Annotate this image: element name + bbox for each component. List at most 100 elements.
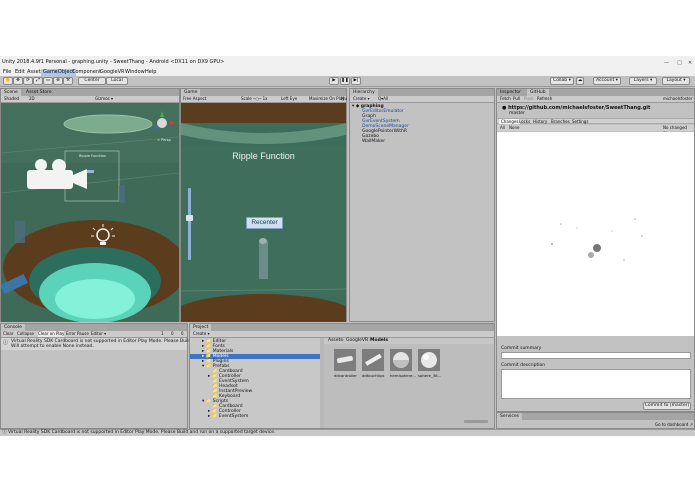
console-clear-on-play-toggle[interactable]: Clear on Play xyxy=(38,331,65,337)
transform-icon: ⊕ xyxy=(56,78,60,83)
hierarchy-create-dropdown[interactable]: Create ▾ xyxy=(353,96,370,102)
hand-tool-button[interactable]: ✋ xyxy=(3,77,13,85)
github-username[interactable]: michaelsfoster xyxy=(663,96,692,102)
tab-game[interactable]: Game xyxy=(181,89,201,96)
asset-item[interactable]: ddtouchtips xyxy=(362,349,384,379)
editor-window: File Edit Assets GameObject Component Go… xyxy=(0,69,695,436)
fetch-button[interactable]: Fetch xyxy=(500,96,511,102)
select-none-button[interactable]: None xyxy=(509,125,519,131)
status-bar: ⓘ Virtual Reality SDK Cardboard is not s… xyxy=(0,429,695,436)
project-create-dropdown[interactable]: Create ▾ xyxy=(193,331,210,337)
asset-item[interactable]: ddcontroller xyxy=(334,349,357,379)
subtab-changes[interactable]: Changes xyxy=(499,119,521,124)
subtab-history[interactable]: History xyxy=(533,119,547,124)
sphere-asset-icon xyxy=(418,349,440,371)
go-to-dashboard-link[interactable]: Go to dashboard ↗ xyxy=(655,422,693,427)
2d-toggle[interactable]: 2D xyxy=(29,96,35,102)
asset-item[interactable]: hemisphere... xyxy=(390,349,416,379)
asset-grid: ddcontroller ddtouchtips hemisphere... s… xyxy=(324,344,494,428)
console-editor-dropdown[interactable]: Editor ▾ xyxy=(91,331,106,337)
eye-dropdown[interactable]: Left Eye xyxy=(281,96,297,102)
asset-name: sphere_36... xyxy=(418,373,442,378)
rect-tool-button[interactable]: ▭ xyxy=(43,77,53,85)
tab-inspector[interactable]: Inspector xyxy=(497,89,524,96)
console-warning-count[interactable]: 0 xyxy=(171,331,174,337)
hierarchy-item[interactable]: WallMaker xyxy=(352,139,492,144)
collab-dropdown[interactable]: Collab ▾ xyxy=(550,77,574,85)
shading-mode-dropdown[interactable]: Shaded xyxy=(4,96,19,102)
game-viewport[interactable]: Ripple Function Recenter xyxy=(181,103,346,322)
hierarchy-panel: Hierarchy Create ▾ Q▾All ▾ ◆ graphing Gv… xyxy=(349,88,495,322)
maximize-button[interactable]: □ xyxy=(677,59,682,67)
asset-item[interactable]: sphere_36... xyxy=(418,349,442,379)
aspect-dropdown[interactable]: Free Aspect xyxy=(183,96,206,102)
game-controlbar: Free Aspect Scale ─○─ 1x Left Eye Maximi… xyxy=(181,96,347,103)
pivot-center-toggle[interactable]: Center xyxy=(78,77,106,85)
scene-viewport[interactable]: Ripple Function < Persp xyxy=(1,103,179,322)
custom-tool-button[interactable]: ⚒ xyxy=(63,77,73,85)
changes-list[interactable] xyxy=(497,132,694,336)
console-log-entry[interactable]: ⓘ Virtual Reality SDK Cardboard is not s… xyxy=(1,338,201,350)
console-error-count[interactable]: 0 xyxy=(181,331,184,337)
recenter-button[interactable]: Recenter xyxy=(246,217,283,229)
cloud-button[interactable]: ☁ xyxy=(576,77,584,85)
refresh-button[interactable]: Refresh xyxy=(537,96,552,102)
commit-description-input[interactable] xyxy=(501,369,691,399)
gizmos-dropdown[interactable]: Gizmos ▾ xyxy=(95,96,113,102)
pause-icon: ❚❚ xyxy=(341,78,349,83)
layers-dropdown[interactable]: Layers ▾ xyxy=(629,77,657,85)
push-button[interactable]: Push xyxy=(524,96,534,102)
project-panel: Project Create ▾ ▸ 📁 Editor ▸ 📁 Fonts ▸ … xyxy=(189,323,495,429)
folder-item[interactable]: ▸ 📁 EventSystem xyxy=(208,414,248,419)
status-info-icon: ⓘ xyxy=(2,430,7,435)
vertical-slider-track[interactable] xyxy=(188,188,191,260)
console-collapse-toggle[interactable]: Collapse xyxy=(17,331,34,337)
repo-url-text: https://github.com/michaelsfoster/SweetT… xyxy=(508,105,651,111)
tab-github[interactable]: GitHub xyxy=(527,89,549,96)
scale-tool-button[interactable]: ⤢ xyxy=(33,77,43,85)
minimize-button[interactable]: — xyxy=(664,59,669,67)
subtab-locks[interactable]: Locks xyxy=(519,119,530,124)
transform-tool-button[interactable]: ⊕ xyxy=(53,77,63,85)
maximize-on-play-toggle[interactable]: Maximize On Play xyxy=(309,96,345,102)
tab-console[interactable]: Console xyxy=(1,324,25,331)
icon-size-slider[interactable] xyxy=(464,420,488,423)
info-icon: ⓘ xyxy=(3,340,9,346)
services-tabbar: Services xyxy=(497,413,694,420)
github-actionbar: Fetch Pull Push Refresh michaelsfoster xyxy=(497,96,694,103)
game-tabbar: Game xyxy=(181,89,346,96)
commit-button[interactable]: Commit to [master] xyxy=(643,402,691,410)
tab-scene[interactable]: Scene xyxy=(1,89,21,96)
commit-summary-input[interactable] xyxy=(501,352,691,359)
scale-slider[interactable]: Scale ─○─ 1x xyxy=(241,96,268,102)
close-button[interactable]: ✕ xyxy=(688,59,692,67)
console-log-count[interactable]: 1 xyxy=(161,331,164,337)
persp-label[interactable]: < Persp xyxy=(157,138,171,142)
changes-filterbar: All None No changed files xyxy=(497,125,694,136)
tab-project[interactable]: Project xyxy=(190,324,212,331)
subtab-settings[interactable]: Settings xyxy=(572,119,588,124)
status-message[interactable]: Virtual Reality SDK Cardboard is not sup… xyxy=(8,430,276,435)
step-button[interactable]: ▶| xyxy=(351,77,361,85)
move-tool-button[interactable]: ✥ xyxy=(13,77,23,85)
console-clear-button[interactable]: Clear xyxy=(3,331,13,337)
tab-hierarchy[interactable]: Hierarchy xyxy=(350,89,378,96)
menu-file[interactable]: File xyxy=(1,69,13,76)
console-error-pause-toggle[interactable]: Error Pause xyxy=(66,331,89,337)
pivot-local-toggle[interactable]: Local xyxy=(106,77,128,85)
play-button[interactable]: ▶ xyxy=(329,77,339,85)
pull-button[interactable]: Pull xyxy=(513,96,520,102)
pause-button[interactable]: ❚❚ xyxy=(340,77,350,85)
mute-audio-toggle[interactable]: Mu xyxy=(341,96,347,102)
layout-dropdown[interactable]: Layout ▾ xyxy=(662,77,690,85)
menu-help[interactable]: Help xyxy=(143,69,158,76)
rotate-tool-button[interactable]: ⟳ xyxy=(23,77,33,85)
hierarchy-search-field[interactable]: Q▾All xyxy=(378,96,388,102)
tab-services[interactable]: Services xyxy=(497,413,522,420)
subtab-branches[interactable]: Branches xyxy=(551,119,570,124)
tab-asset-store[interactable]: Asset Store xyxy=(23,89,55,96)
account-dropdown[interactable]: Account ▾ xyxy=(593,77,621,85)
scene-ripple-label: Ripple Function xyxy=(79,154,106,158)
select-all-button[interactable]: All xyxy=(500,125,505,131)
vertical-slider-handle[interactable] xyxy=(186,215,193,221)
